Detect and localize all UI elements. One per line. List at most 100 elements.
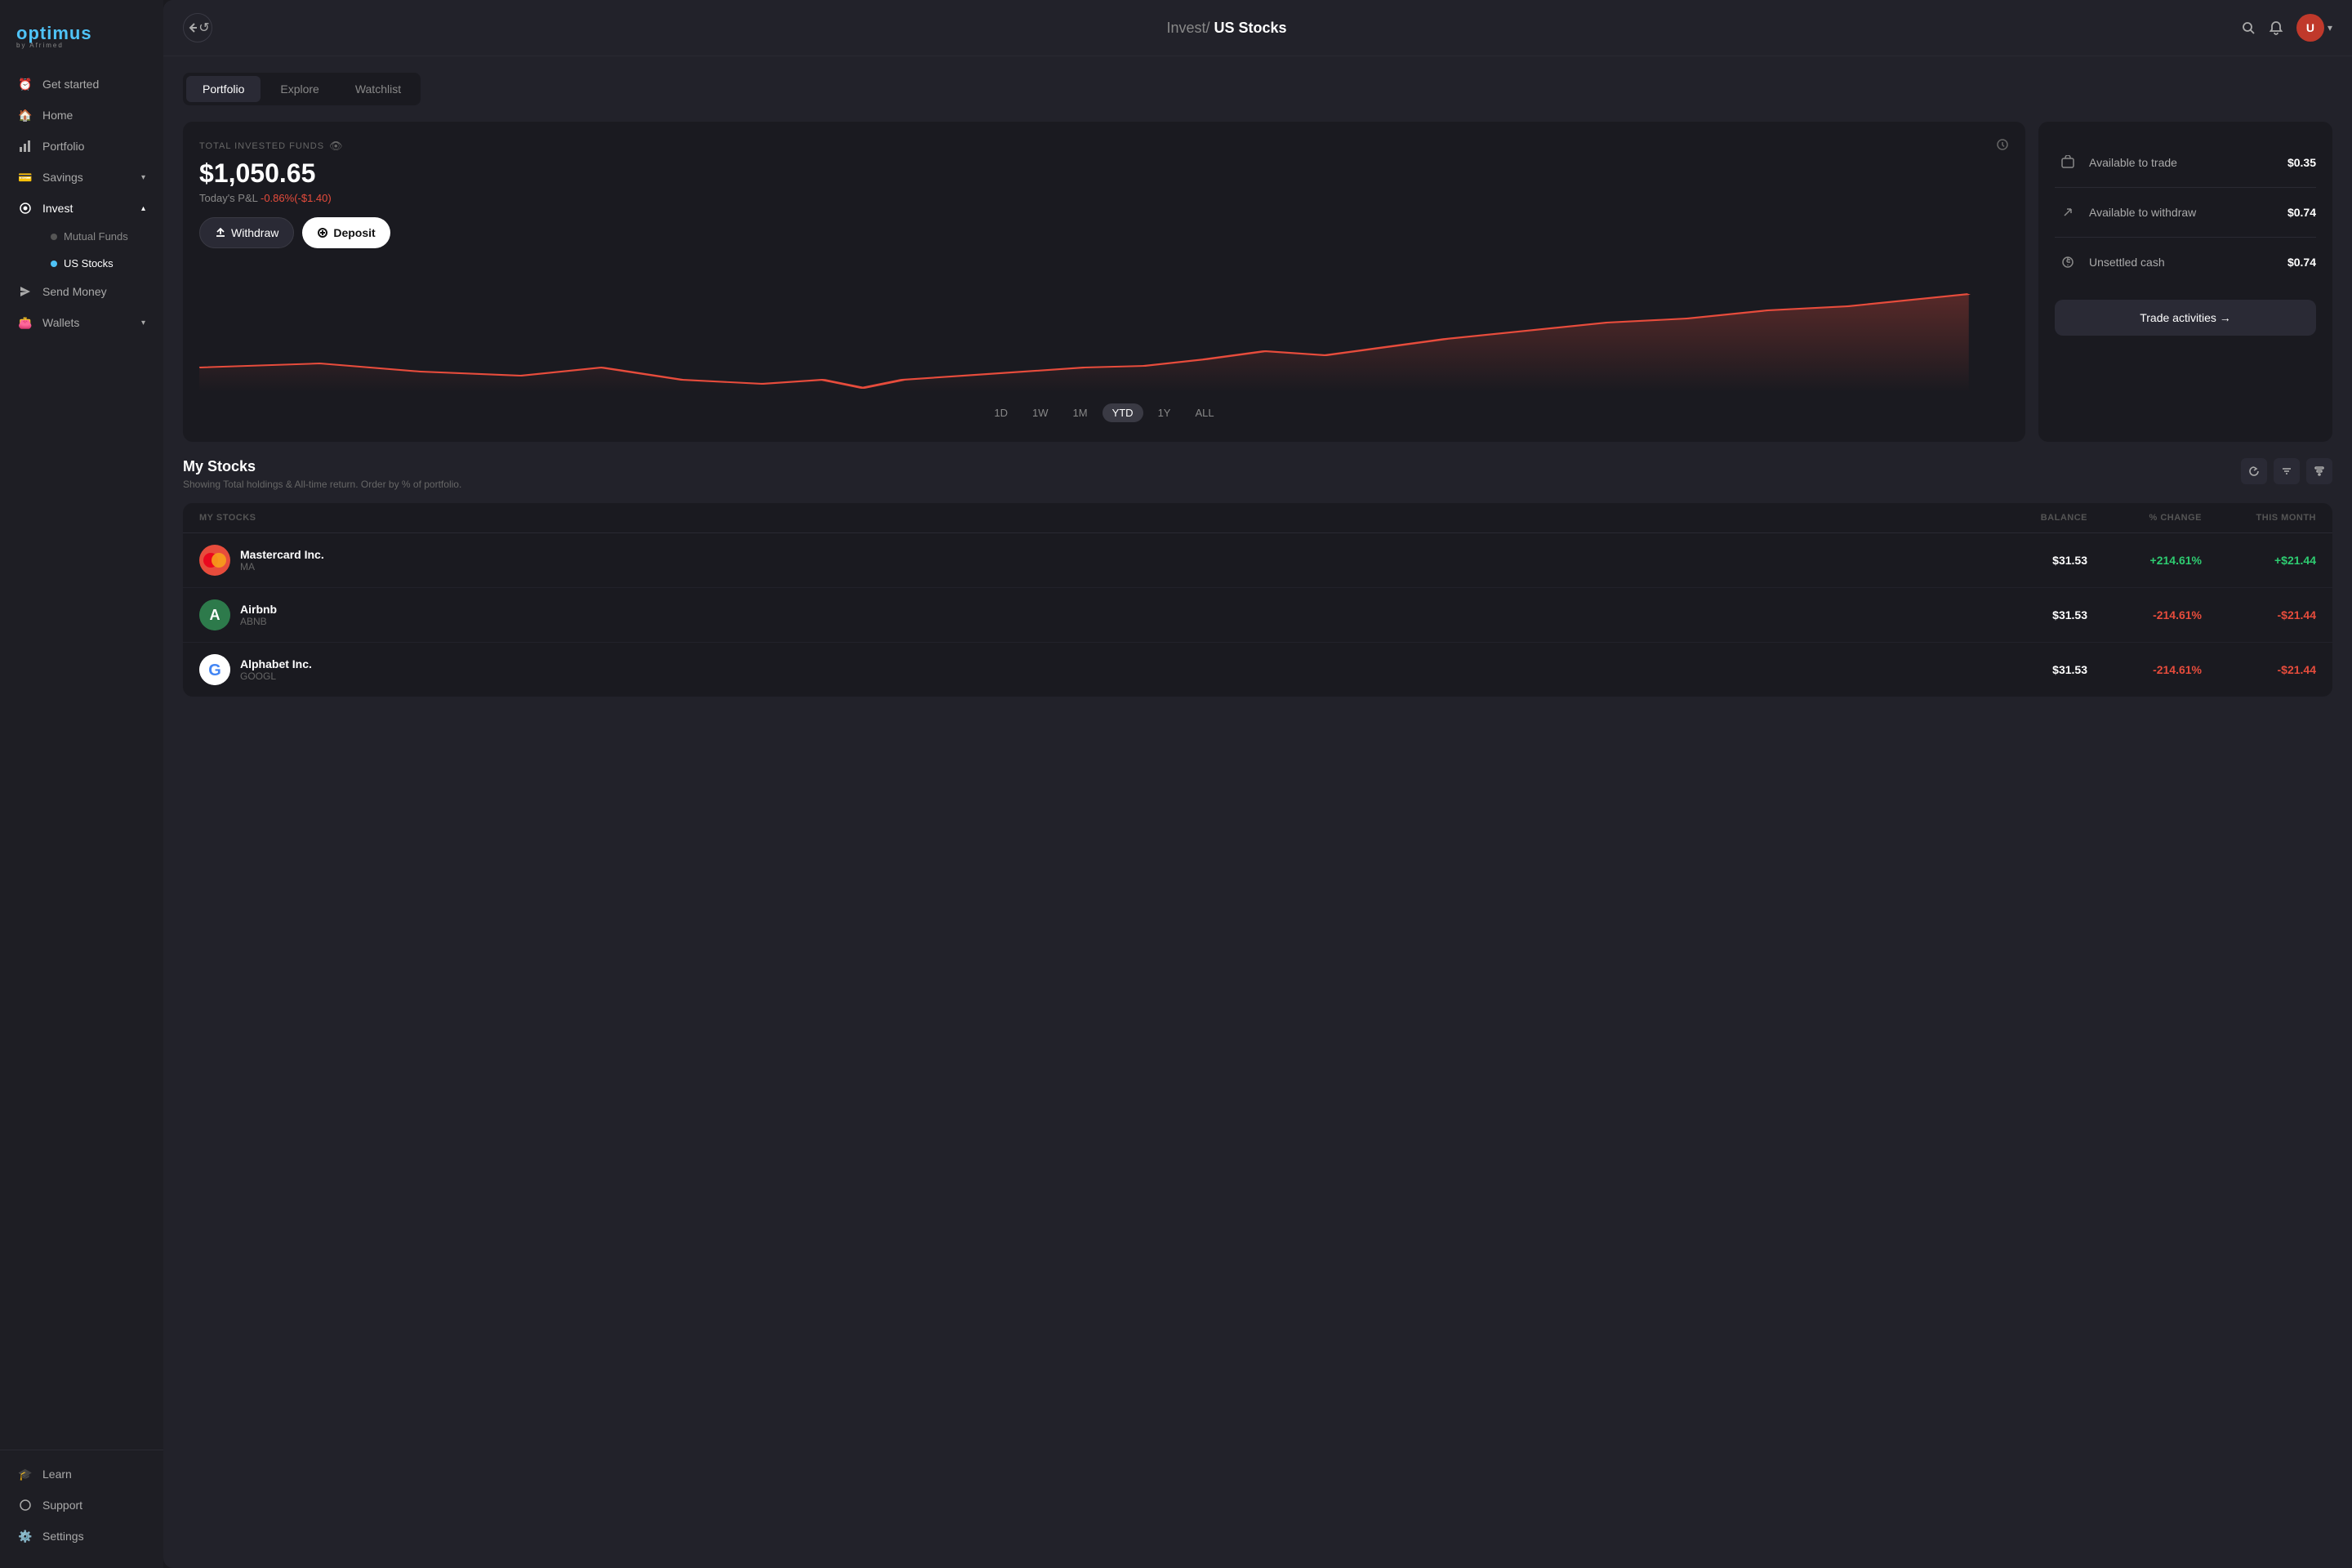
sidebar-item-get-started[interactable]: ⏰ Get started (7, 69, 157, 100)
pnl-percent: -0.86%(-$1.40) (261, 192, 332, 204)
sidebar-item-label: Learn (42, 1468, 72, 1481)
gear-icon: ⚙️ (18, 1529, 33, 1544)
time-btn-1m[interactable]: 1M (1063, 403, 1098, 422)
logo-sub: by Afrimed (16, 42, 147, 49)
col-header-change: % CHANGE (2087, 513, 2202, 523)
sidebar-item-us-stocks[interactable]: US Stocks (42, 251, 157, 276)
sidebar-item-home[interactable]: 🏠 Home (7, 100, 157, 131)
stocks-header-left: My Stocks Showing Total holdings & All-t… (183, 458, 2241, 490)
stock-month: -$21.44 (2202, 663, 2316, 676)
wallet-icon: 👛 (18, 315, 33, 330)
table-row[interactable]: A Airbnb ABNB $31.53 -214.61% -$21.44 (183, 588, 2332, 643)
eye-icon[interactable]: 👁 (329, 140, 344, 153)
stocks-header: My Stocks Showing Total holdings & All-t… (183, 458, 2332, 490)
tab-portfolio[interactable]: Portfolio (186, 76, 261, 102)
portfolio-value: $1,050.65 (199, 158, 2009, 189)
svg-text:A: A (210, 607, 220, 623)
trade-activities-button[interactable]: Trade activities → (2055, 300, 2316, 336)
back-button[interactable]: ↺ (183, 13, 212, 42)
stock-ticker: ABNB (240, 616, 277, 627)
sidebar-item-savings[interactable]: 💳 Savings ▾ (7, 162, 157, 193)
col-header-balance: BALANCE (1989, 513, 2087, 523)
unsettled-icon (2055, 249, 2081, 275)
stock-balance: $31.53 (1989, 554, 2087, 567)
sidebar-sub-label: US Stocks (64, 257, 114, 270)
stocks-table: MY STOCKS BALANCE % CHANGE THIS MONTH Ma… (183, 503, 2332, 697)
invest-sub-items: Mutual Funds US Stocks (7, 224, 157, 276)
invest-icon (18, 201, 33, 216)
available-to-trade-row: Available to trade $0.35 (2055, 138, 2316, 188)
sidebar-item-settings[interactable]: ⚙️ Settings (7, 1521, 157, 1552)
sidebar-item-support[interactable]: Support (7, 1490, 157, 1521)
sidebar-item-mutual-funds[interactable]: Mutual Funds (42, 224, 157, 249)
tab-explore[interactable]: Explore (264, 76, 335, 102)
tab-watchlist[interactable]: Watchlist (339, 76, 417, 102)
table-row[interactable]: G Alphabet Inc. GOOGL $31.53 -214.61% -$… (183, 643, 2332, 697)
time-btn-1w[interactable]: 1W (1022, 403, 1058, 422)
search-button[interactable] (2241, 20, 2256, 35)
table-row[interactable]: Mastercard Inc. MA $31.53 +214.61% +$21.… (183, 533, 2332, 588)
main-content: ↺ Invest/ US Stocks U ▾ Portfolio Explor… (163, 0, 2352, 1568)
stocks-table-header: MY STOCKS BALANCE % CHANGE THIS MONTH (183, 503, 2332, 533)
time-btn-1d[interactable]: 1D (984, 403, 1018, 422)
available-to-trade-label: Available to trade (2089, 156, 2287, 169)
stock-logo-ma (199, 545, 230, 576)
refresh-button[interactable] (2241, 458, 2267, 484)
sidebar-item-wallets[interactable]: 👛 Wallets ▾ (7, 307, 157, 338)
sidebar-item-invest[interactable]: Invest ▴ (7, 193, 157, 224)
col-header-stocks: MY STOCKS (199, 513, 1989, 523)
stock-info: Mastercard Inc. MA (199, 545, 1989, 576)
logo: optimus by Afrimed (16, 24, 147, 49)
stock-text-googl: Alphabet Inc. GOOGL (240, 657, 312, 682)
time-btn-ytd[interactable]: YTD (1102, 403, 1143, 422)
clock-icon-sm (1996, 138, 2009, 154)
sidebar-sub-label: Mutual Funds (64, 230, 128, 243)
stock-change: -214.61% (2087, 608, 2202, 621)
active-dot-icon (51, 261, 57, 267)
stock-month: +$21.44 (2202, 554, 2316, 567)
withdraw-icon (2055, 199, 2081, 225)
sidebar-item-label: Portfolio (42, 140, 84, 153)
logo-area: optimus by Afrimed (0, 16, 163, 69)
portfolio-chart (199, 261, 2009, 392)
filter-button[interactable] (2306, 458, 2332, 484)
avatar-chevron: ▾ (2328, 22, 2332, 33)
stock-logo-googl: G (199, 654, 230, 685)
sidebar-item-label: Support (42, 1499, 82, 1512)
portfolio-label-text: TOTAL INVESTED FUNDS (199, 141, 324, 151)
withdraw-button[interactable]: Withdraw (199, 217, 294, 248)
available-to-trade-value: $0.35 (2287, 156, 2316, 169)
stock-balance: $31.53 (1989, 608, 2087, 621)
send-money-icon (18, 284, 33, 299)
home-icon: 🏠 (18, 108, 33, 122)
trade-icon (2055, 149, 2081, 176)
sidebar-item-portfolio[interactable]: Portfolio (7, 131, 157, 162)
support-icon (18, 1498, 33, 1512)
sidebar-item-learn[interactable]: 🎓 Learn (7, 1459, 157, 1490)
notifications-button[interactable] (2269, 20, 2283, 35)
sidebar-item-label: Invest (42, 202, 73, 215)
sort-button[interactable] (2274, 458, 2300, 484)
nav-section: ⏰ Get started 🏠 Home Portfolio 💳 Savings… (0, 69, 163, 1441)
chevron-up-icon: ▴ (141, 204, 145, 213)
breadcrumb-prefix: Invest/ (1166, 20, 1214, 36)
logo-text: optimus (16, 24, 147, 42)
time-btn-all[interactable]: ALL (1185, 403, 1223, 422)
stock-change: -214.61% (2087, 663, 2202, 676)
sidebar-item-send-money[interactable]: Send Money (7, 276, 157, 307)
deposit-button[interactable]: Deposit (302, 217, 390, 248)
time-btn-1y[interactable]: 1Y (1148, 403, 1181, 422)
sidebar-item-label: Send Money (42, 285, 107, 298)
time-filter-bar: 1D 1W 1M YTD 1Y ALL (199, 400, 2009, 425)
header-actions: U ▾ (2241, 14, 2332, 42)
stocks-subtitle: Showing Total holdings & All-time return… (183, 479, 2241, 490)
sidebar-item-label: Settings (42, 1530, 84, 1543)
user-avatar-wrapper[interactable]: U ▾ (2296, 14, 2332, 42)
header: ↺ Invest/ US Stocks U ▾ (163, 0, 2352, 56)
stock-ticker: MA (240, 561, 324, 572)
stock-balance: $31.53 (1989, 663, 2087, 676)
stock-name: Airbnb (240, 603, 277, 616)
stock-logo-abnb: A (199, 599, 230, 630)
available-to-withdraw-row: Available to withdraw $0.74 (2055, 188, 2316, 238)
stock-change: +214.61% (2087, 554, 2202, 567)
